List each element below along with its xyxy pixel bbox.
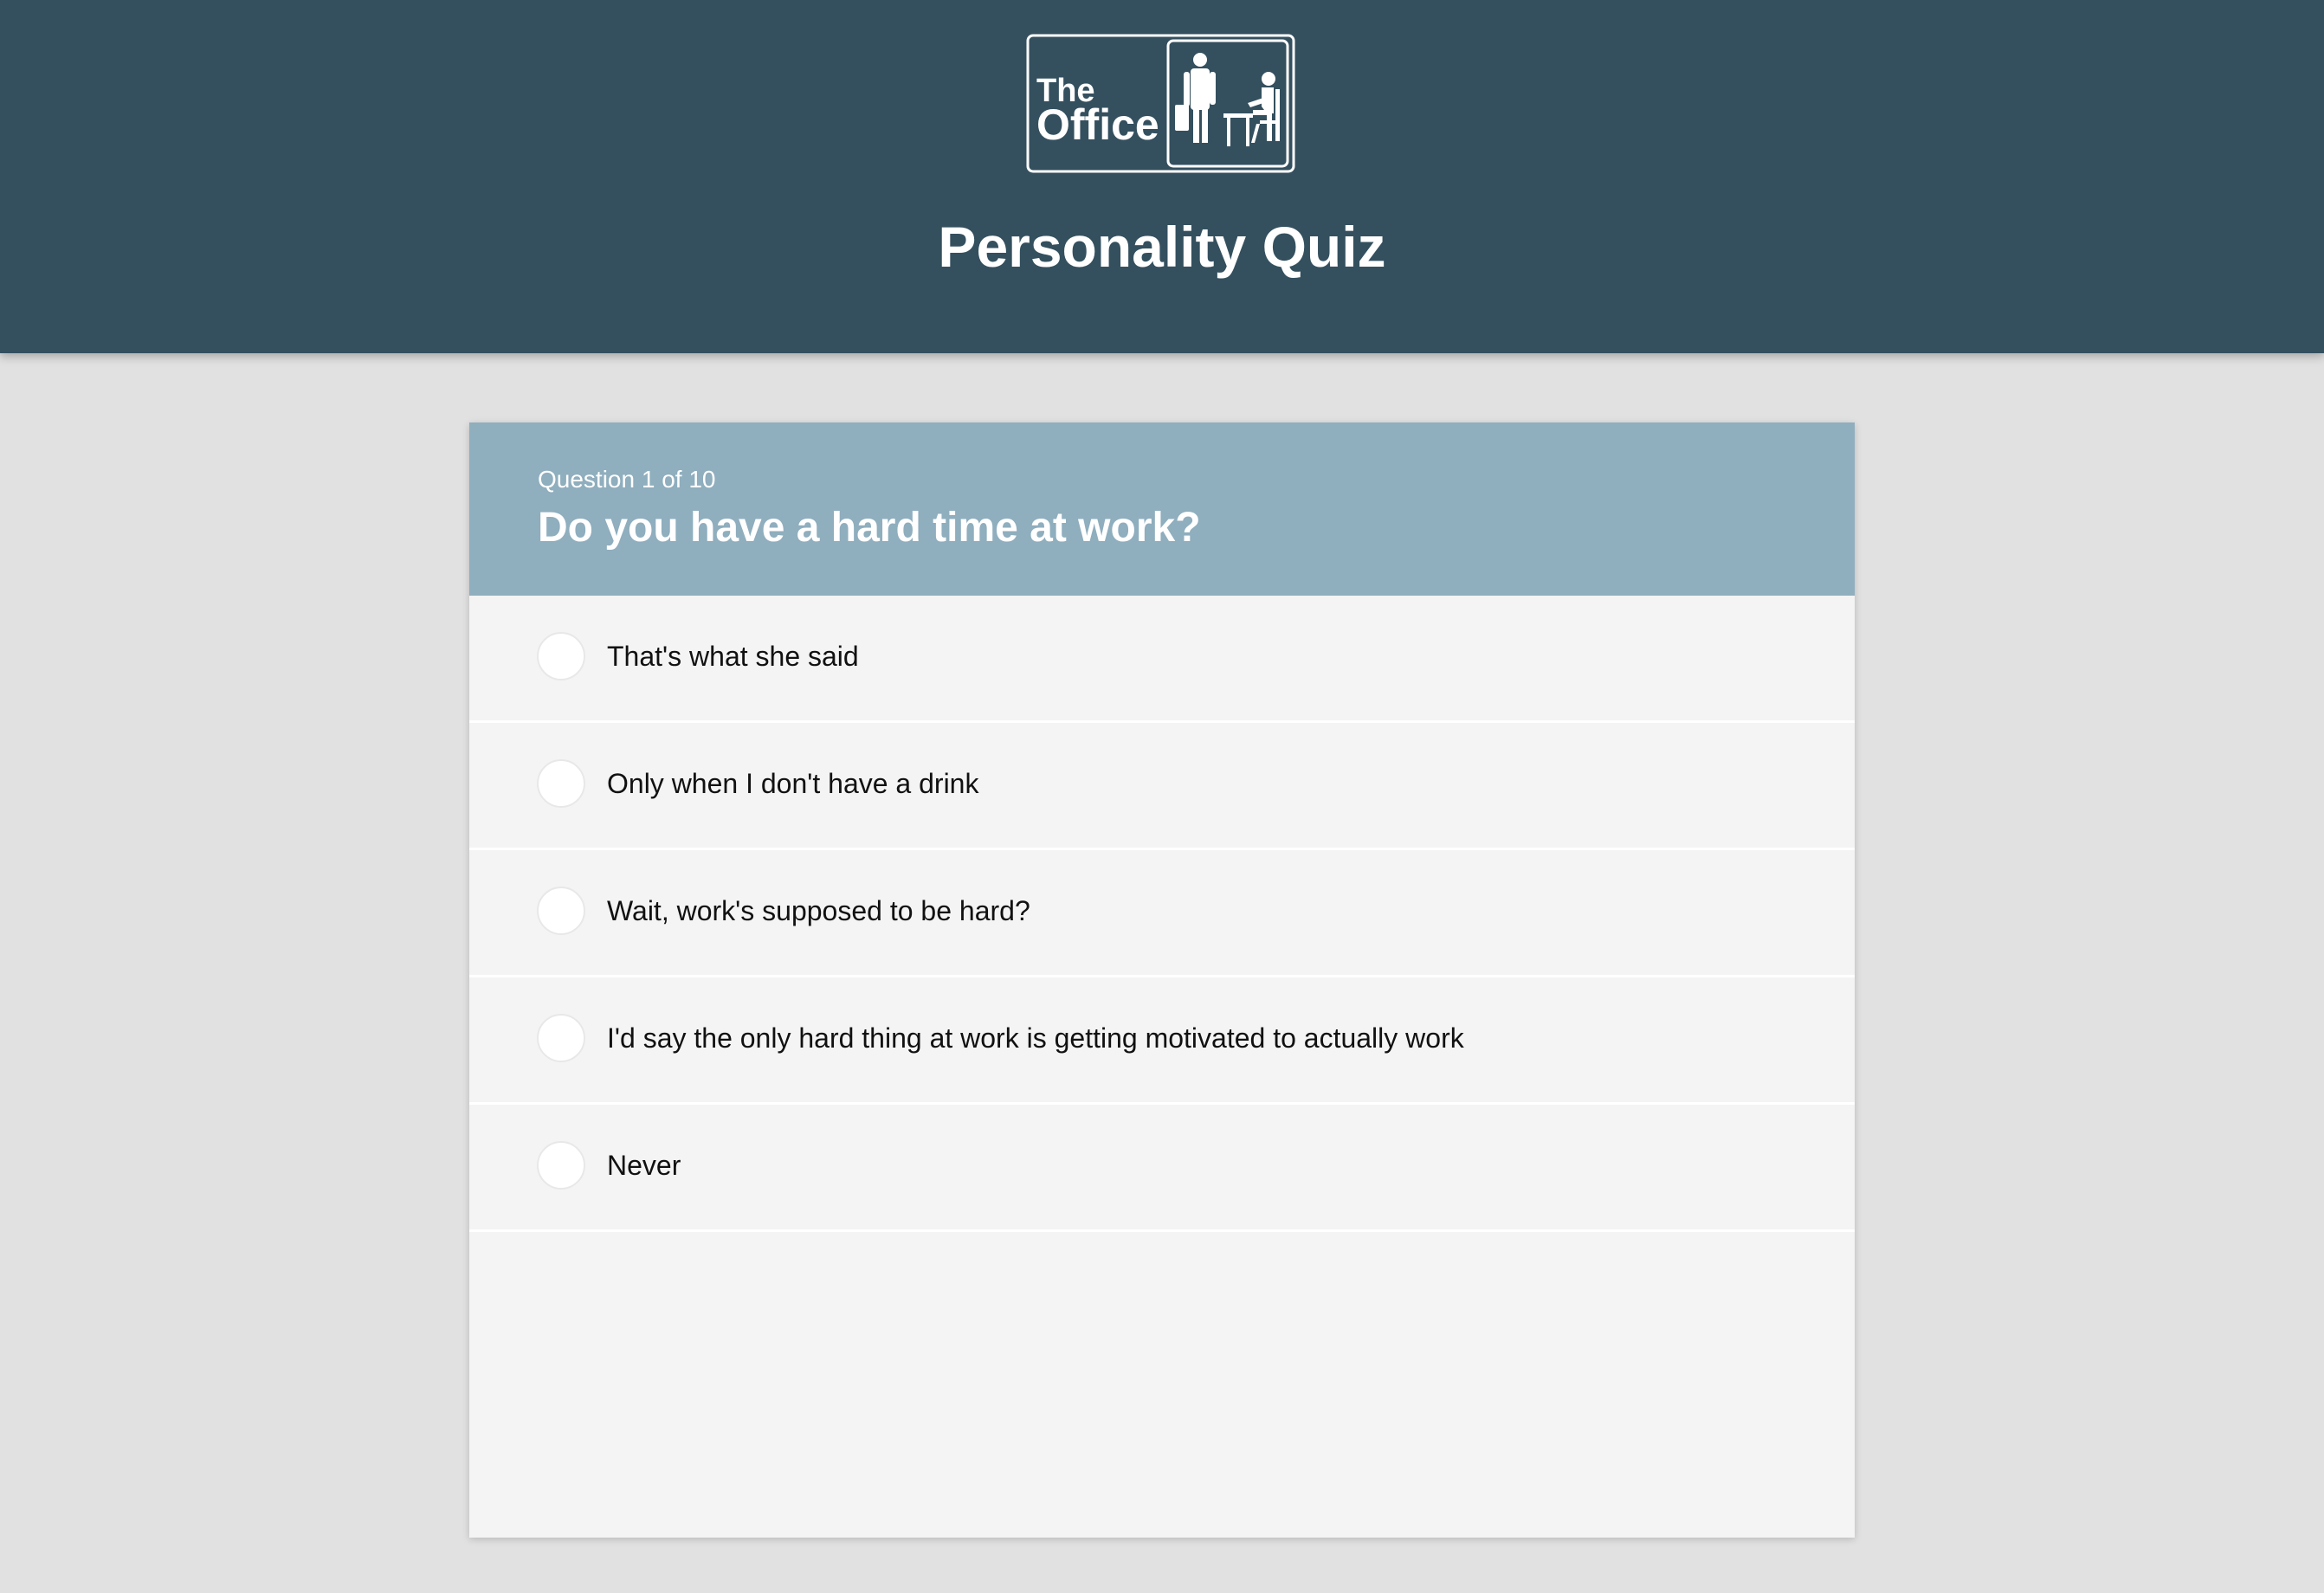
answer-label: Only when I don't have a drink (607, 768, 979, 799)
the-office-logo: The Office (1026, 34, 1295, 173)
answer-label: Wait, work's supposed to be hard? (607, 895, 1030, 926)
radio-button[interactable] (537, 887, 585, 935)
seated-person-icon (1223, 72, 1280, 146)
radio-button[interactable] (537, 632, 585, 680)
answer-option[interactable]: Never (469, 1105, 1855, 1232)
svg-text:Office: Office (1036, 100, 1159, 149)
answer-label: Never (607, 1150, 681, 1181)
answer-list: That's what she said Only when I don't h… (469, 596, 1855, 1232)
question-counter: Question 1 of 10 (538, 466, 716, 493)
answer-option[interactable]: Only when I don't have a drink (469, 723, 1855, 850)
site-header: The Office Personality Quiz (0, 0, 2324, 353)
page-title: Personality Quiz (938, 215, 1386, 279)
quiz-card: Question 1 of 10 Do you have a hard time… (469, 422, 1855, 1538)
radio-button[interactable] (537, 1141, 585, 1190)
question-header: Question 1 of 10 Do you have a hard time… (469, 422, 1855, 596)
answer-label: I'd say the only hard thing at work is g… (607, 1022, 1464, 1054)
radio-button[interactable] (537, 1014, 585, 1062)
question-text: Do you have a hard time at work? (538, 505, 1201, 551)
standing-man-icon (1175, 53, 1216, 143)
answer-option[interactable]: I'd say the only hard thing at work is g… (469, 977, 1855, 1105)
radio-button[interactable] (537, 759, 585, 808)
answer-option[interactable]: Wait, work's supposed to be hard? (469, 850, 1855, 977)
answer-label: That's what she said (607, 641, 859, 672)
answer-option[interactable]: That's what she said (469, 596, 1855, 723)
